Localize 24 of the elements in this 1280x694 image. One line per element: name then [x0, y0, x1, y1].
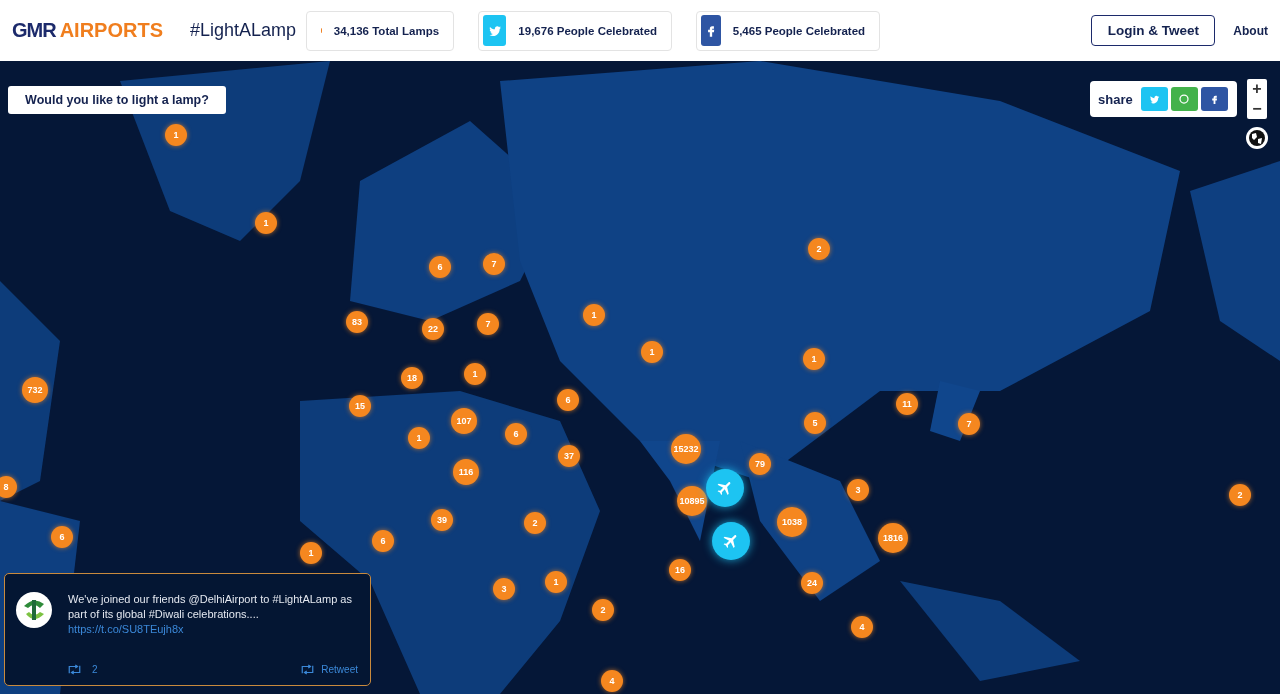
tweet-link[interactable]: https://t.co/SU8TEujh8x — [68, 622, 358, 637]
zoom-out-button[interactable]: − — [1247, 99, 1267, 119]
logo-wordmark: AIRPORTS — [59, 19, 163, 42]
tweet-text: We've joined our friends @DelhiAirport to #LightALamp as part of its global #Diwali celebrations.... — [68, 592, 353, 622]
stat-text: 34,136 Total Lamps — [333, 24, 440, 37]
retweet-icon — [300, 664, 316, 675]
light-lamp-button[interactable]: Would you like to light a lamp? — [8, 86, 226, 114]
facebook-share-button[interactable] — [1200, 87, 1228, 111]
bird-icon — [483, 15, 507, 46]
login-tweet-button[interactable]: Login & Tweet — [1091, 15, 1216, 46]
facebook-icon — [701, 15, 721, 46]
bird-icon — [1148, 93, 1160, 105]
retweet-button[interactable]: Retweet — [300, 664, 358, 675]
globe-icon[interactable] — [1245, 126, 1269, 150]
hashtag-title: #LightALamp — [190, 20, 297, 41]
logo-mark: GMR — [12, 19, 56, 42]
share-label: share — [1098, 91, 1133, 107]
globe-logo-icon — [16, 592, 52, 628]
zoom-in-button[interactable]: + — [1247, 79, 1267, 99]
about-link[interactable]: About — [1233, 23, 1268, 38]
stat-text: 5,465 People Celebrated — [732, 24, 866, 37]
retweet-count: 2 — [92, 664, 98, 675]
retweet-icon — [67, 664, 82, 675]
stat-text: 19,676 People Celebrated — [518, 24, 658, 37]
